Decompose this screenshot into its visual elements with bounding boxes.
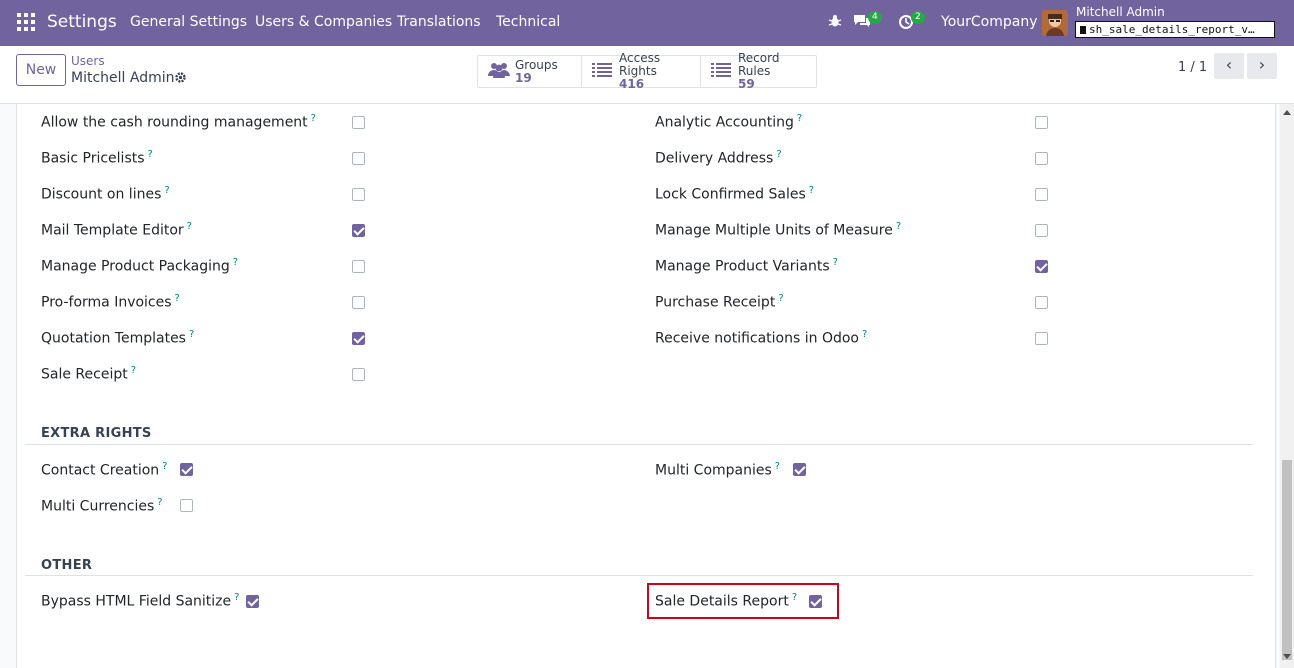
right-label: Purchase Receipt? [655,293,784,311]
gear-icon[interactable] [174,71,187,88]
section-title-other: OTHER [41,558,93,573]
menu-translations[interactable]: Translations [397,14,481,30]
breadcrumb-users[interactable]: Users [71,54,105,68]
scroll-down-arrow[interactable] [1283,654,1291,659]
right-checkbox[interactable] [1035,296,1048,309]
right-checkbox[interactable] [246,595,259,608]
right-checkbox[interactable] [352,188,365,201]
right-label: Contact Creation? [41,461,168,479]
right-label: Mail Template Editor? [41,221,192,239]
messages-badge: 4 [868,11,882,24]
right-checkbox[interactable] [1035,260,1048,273]
right-label: Manage Product Variants? [655,257,838,275]
right-label: Allow the cash rounding management? [41,113,316,131]
right-checkbox[interactable] [352,332,365,345]
right-checkbox[interactable] [1035,188,1048,201]
stat-buttons: Groups 19 Access Rights 416 Record Rules… [477,52,817,91]
right-label: Multi Companies? [655,461,781,479]
right-label: Sale Receipt? [41,365,137,383]
database-label: sh_sale_details_report_v… [1089,23,1255,36]
right-checkbox[interactable] [352,152,365,165]
groups-stat-value: 19 [515,70,532,85]
right-checkbox[interactable] [352,296,365,309]
section-title-extra-rights: EXTRA RIGHTS [41,426,152,441]
right-checkbox[interactable] [1035,116,1048,129]
right-label: Pro-forma Invoices? [41,293,180,311]
pager-previous-button[interactable]: ‹ [1214,53,1244,79]
user-avatar[interactable] [1042,10,1068,36]
bug-icon[interactable] [828,14,842,32]
right-checkbox[interactable] [793,463,806,476]
scroll-thumb[interactable] [1282,460,1292,660]
menu-users-companies[interactable]: Users & Companies [255,14,392,30]
right-label: Bypass HTML Field Sanitize? [41,592,240,610]
menu-technical[interactable]: Technical [496,14,560,30]
right-label: Quotation Templates? [41,329,195,347]
scroll-up-arrow[interactable] [1283,110,1291,115]
form-sheet [16,104,1276,668]
database-icon [1080,26,1086,34]
right-label: Manage Multiple Units of Measure? [655,221,902,239]
section-divider [25,575,1253,576]
right-checkbox[interactable] [1035,332,1048,345]
right-label: Delivery Address? [655,149,782,167]
app-brand[interactable]: Settings [47,12,117,32]
right-checkbox[interactable] [180,499,193,512]
record-rules-stat-value: 59 [738,77,755,91]
right-label: Multi Currencies? [41,497,163,515]
right-label: Manage Product Packaging? [41,257,239,275]
right-checkbox[interactable] [1035,152,1048,165]
groups-stat-button[interactable]: Groups 19 [478,56,582,87]
right-label: Analytic Accounting? [655,113,803,131]
list-icon [592,62,612,82]
apps-menu-icon[interactable] [17,13,35,31]
access-rights-stat-label: Access Rights [619,51,661,78]
user-name[interactable]: Mitchell Admin [1076,5,1165,19]
users-icon [488,62,510,82]
company-switcher[interactable]: YourCompany [941,14,1038,30]
record-rules-stat-button[interactable]: Record Rules 59 [701,52,816,91]
list-icon [711,62,731,82]
activities-badge: 2 [911,11,925,24]
control-panel: New Users Mitchell Admin Groups 19 Acces… [0,46,1294,104]
right-checkbox[interactable] [352,116,365,129]
pager-value[interactable]: 1 / 1 [1178,60,1207,75]
access-rights-stat-button[interactable]: Access Rights 416 [582,52,701,91]
new-button[interactable]: New [16,54,66,86]
right-checkbox[interactable] [352,260,365,273]
breadcrumb-current: Mitchell Admin [71,70,175,86]
right-label: Receive notifications in Odoo? [655,329,868,347]
database-name: sh_sale_details_report_v… [1075,21,1275,38]
highlight-box [647,583,839,619]
right-checkbox[interactable] [352,224,365,237]
record-rules-stat-label: Record Rules [738,51,780,78]
access-rights-stat-value: 416 [619,77,645,91]
right-checkbox[interactable] [1035,224,1048,237]
section-divider [25,444,1253,445]
right-label: Basic Pricelists? [41,149,153,167]
right-label: Lock Confirmed Sales? [655,185,815,203]
right-checkbox[interactable] [352,368,365,381]
top-navbar: Settings General Settings Users & Compan… [0,0,1294,46]
right-label: Discount on lines? [41,185,170,203]
pager-next-button[interactable]: › [1247,53,1277,79]
right-checkbox[interactable] [180,463,193,476]
vertical-scrollbar[interactable] [1280,104,1294,668]
groups-stat-label: Groups [515,57,558,72]
menu-general-settings[interactable]: General Settings [130,14,247,30]
